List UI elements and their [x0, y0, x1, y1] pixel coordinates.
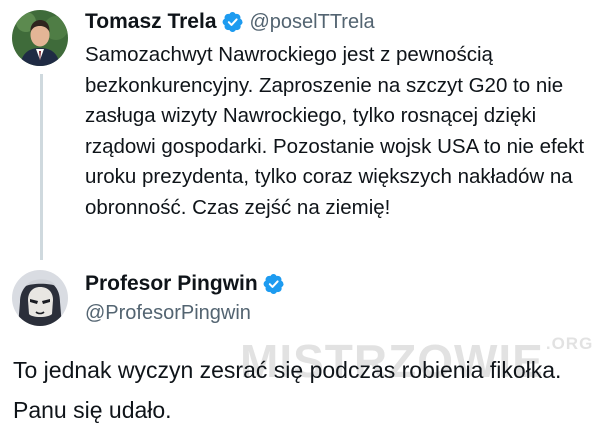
verified-badge-icon	[222, 11, 244, 33]
tweet-author-handle[interactable]: @poselTTrela	[250, 11, 375, 34]
verified-badge-icon	[263, 273, 285, 295]
tomasz-trela-avatar[interactable]	[12, 10, 68, 66]
profesor-pingwin-avatar[interactable]	[12, 270, 68, 326]
reply-author-handle[interactable]: @ProfesorPingwin	[85, 302, 251, 325]
tweet-text: Samozachwyt Nawrockiego jest z pewnością…	[85, 43, 585, 219]
reply-text: To jednak wyczyn zesrać się podczas robi…	[13, 357, 562, 423]
tweet-header: Tomasz Trela @poselTTrela	[85, 10, 375, 34]
tweet-author-name[interactable]: Tomasz Trela	[85, 10, 217, 34]
reply-author-name[interactable]: Profesor Pingwin	[85, 272, 258, 296]
thread-connector-line	[40, 74, 43, 260]
reply-handle-row: @ProfesorPingwin	[85, 302, 251, 325]
reply-name: Profesor Pingwin	[85, 272, 285, 296]
